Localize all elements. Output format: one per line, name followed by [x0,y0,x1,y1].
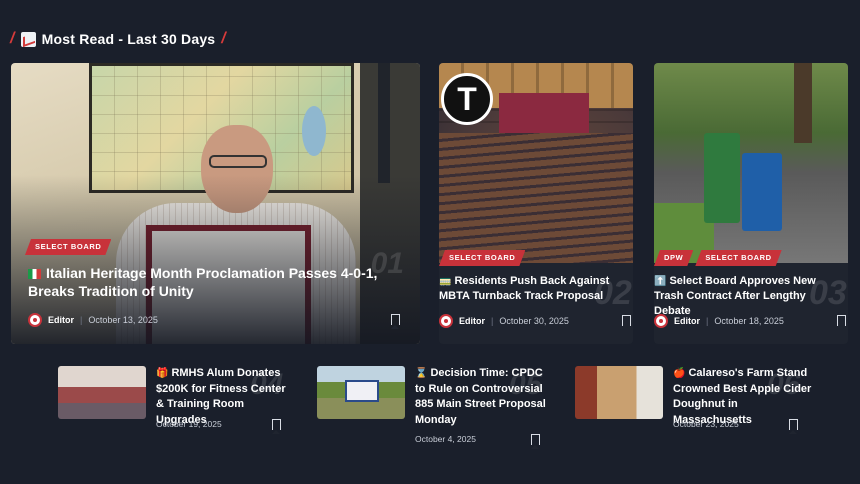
section-header: / Most Read - Last 30 Days / [10,28,226,50]
bookmark-icon[interactable] [531,434,540,449]
category-badges: DPW SELECT BOARD [654,250,782,266]
auditorium-seats [439,133,633,263]
article-date: October 13, 2025 [88,315,158,325]
bookmark-icon[interactable] [789,419,798,434]
header-slash-right: / [221,30,226,47]
category-badge[interactable]: SELECT BOARD [439,250,525,266]
article-title[interactable]: ⌛ Decision Time: CPDC to Rule on Controve… [415,366,555,428]
article-title[interactable]: 🚃 Residents Push Back Against MBTA Turnba… [439,274,624,304]
bookmark-icon[interactable] [837,315,846,330]
article-date: October 30, 2025 [499,316,569,326]
article-image[interactable] [654,63,848,263]
category-badge[interactable]: SELECT BOARD [25,239,111,255]
article-meta: Editor | October 30, 2025 [439,314,569,328]
article-image[interactable]: T [439,63,633,263]
article-title[interactable]: ⬆️ Select Board Approves New Trash Contra… [654,274,839,319]
category-badges: SELECT BOARD [439,250,525,266]
category-badge[interactable]: SELECT BOARD [695,250,781,266]
hourglass-icon: ⌛ [415,368,428,379]
header-slash-left: / [10,30,15,47]
article-date: October 19, 2025 [156,419,222,429]
article-date: October 23, 2025 [673,419,739,429]
gift-icon: 🎁 [156,368,169,379]
list-item-5[interactable]: 05 ⌛ Decision Time: CPDC to Rule on Contr… [317,366,567,449]
article-date: October 4, 2025 [415,434,476,444]
article-thumbnail[interactable] [317,366,405,419]
bookmark-icon[interactable] [272,419,281,434]
train-icon: 🚃 [439,276,452,287]
author-name[interactable]: Editor [48,315,74,325]
chart-up-icon [20,31,36,47]
featured-card-3[interactable]: DPW SELECT BOARD 03 ⬆️ Select Board Appro… [654,63,848,344]
article-meta: Editor | October 18, 2025 [654,314,784,328]
meta-separator: | [80,315,83,325]
article-title[interactable]: Italian Heritage Month Proclamation Pass… [28,265,408,300]
article-thumbnail[interactable] [575,366,663,419]
article-date: October 18, 2025 [714,316,784,326]
bookmark-icon[interactable] [391,314,400,329]
up-arrow-icon: ⬆️ [654,276,667,287]
italy-flag-icon [28,269,41,279]
author-avatar[interactable] [654,314,668,328]
author-avatar[interactable] [439,314,453,328]
list-item-6[interactable]: 06 🍎 Calareso's Farm Stand Crowned Best A… [575,366,825,446]
meta-separator: | [706,316,709,326]
apple-icon: 🍎 [673,368,686,379]
mbta-t-logo-icon: T [441,73,493,125]
featured-card-1[interactable]: 01 SELECT BOARD Italian Heritage Month P… [11,63,420,344]
category-badge[interactable]: DPW [654,250,693,266]
author-name[interactable]: Editor [674,316,700,326]
meta-separator: | [491,316,494,326]
author-name[interactable]: Editor [459,316,485,326]
green-trash-bin [704,133,740,223]
category-badges: SELECT BOARD [25,239,111,255]
bookmark-icon[interactable] [622,315,631,330]
list-item-4[interactable]: 04 🎁 RMHS Alum Donates $200K for Fitness … [58,366,308,446]
author-avatar[interactable] [28,313,42,327]
featured-card-2[interactable]: T SELECT BOARD 02 🚃 Residents Push Back A… [439,63,633,344]
section-title: Most Read - Last 30 Days [41,31,216,47]
article-thumbnail[interactable] [58,366,146,419]
blue-recycling-bin [742,153,782,231]
article-meta: Editor | October 13, 2025 [28,313,158,327]
